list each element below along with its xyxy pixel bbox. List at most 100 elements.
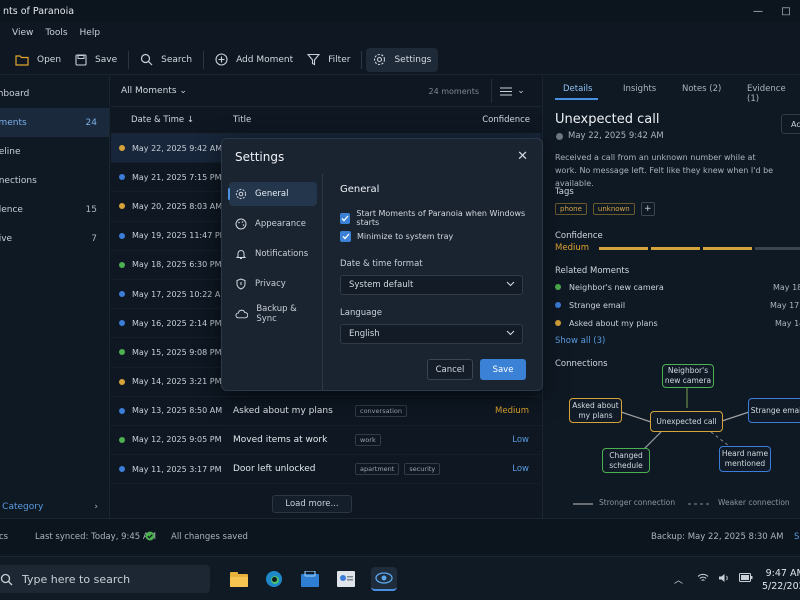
column-confidence[interactable]: Confidence xyxy=(482,115,530,125)
clock-time: 9:47 AM xyxy=(765,568,800,579)
graph-node[interactable]: Asked about my plans xyxy=(569,398,622,423)
save-button[interactable]: Save xyxy=(68,48,124,72)
row-date: May 13, 2025 8:50 AM xyxy=(132,406,223,416)
chevron-up-icon[interactable]: ︿ xyxy=(674,573,683,586)
tag-chip[interactable]: work xyxy=(355,433,381,446)
edge-browser-icon[interactable] xyxy=(262,567,286,591)
filter-dropdown[interactable]: All Moments ⌄ xyxy=(121,86,187,96)
view-options-button[interactable]: ⌄ xyxy=(491,79,533,103)
search-icon xyxy=(141,53,153,66)
settings-nav-label: Backup & Sync xyxy=(256,304,297,324)
actions-button[interactable]: Act xyxy=(781,114,800,134)
tab-evidence[interactable]: Evidence (1) xyxy=(747,84,800,104)
column-date[interactable]: Date & Time ↓ xyxy=(131,115,194,125)
paranoia-app-icon[interactable] xyxy=(371,567,397,591)
status-right[interactable]: S xyxy=(794,532,799,542)
settings-nav-backup[interactable]: Backup & Sync xyxy=(229,302,317,326)
filter-button[interactable]: Filter xyxy=(300,48,357,72)
settings-nav-notifications[interactable]: Notifications xyxy=(229,242,317,266)
tab-insights[interactable]: Insights xyxy=(623,84,656,94)
save-settings-button[interactable]: Save xyxy=(480,359,526,380)
wifi-icon[interactable] xyxy=(697,573,709,586)
related-item[interactable]: Asked about my plans May 14 xyxy=(555,316,800,330)
tag-chip[interactable]: security xyxy=(404,463,441,476)
date-format-select[interactable]: System default xyxy=(340,275,523,295)
sidebar-item-count: 15 xyxy=(85,204,97,215)
graph-node[interactable]: Neighbor's new camera xyxy=(662,364,714,388)
tab-details[interactable]: Details xyxy=(563,84,592,94)
related-date: May 14 xyxy=(775,318,800,328)
tag-chip[interactable]: conversation xyxy=(355,404,408,417)
sidebar-item-count: 7 xyxy=(91,233,97,244)
table-row[interactable]: May 11, 2025 3:17 PM Door left unlocked ap… xyxy=(111,455,541,485)
tags-heading: Tags xyxy=(555,187,574,197)
show-all-link[interactable]: Show all (3) xyxy=(555,336,605,346)
graph-node[interactable]: Heard name mentioned xyxy=(719,446,771,472)
tag-chip[interactable]: apartment xyxy=(355,463,400,476)
status-dot xyxy=(555,320,561,326)
menu-view[interactable]: View xyxy=(12,28,33,38)
sync-status: Last synced: Today, 9:45 AM xyxy=(35,532,157,542)
open-button[interactable]: Open xyxy=(8,48,68,72)
graph-node[interactable]: Changed schedule xyxy=(602,448,650,473)
related-title: Asked about my plans xyxy=(569,318,658,328)
settings-nav-general[interactable]: General xyxy=(228,182,317,206)
sidebar-item-moments[interactable]: oments 24 xyxy=(0,108,109,137)
table-row[interactable]: May 12, 2025 9:05 PM Moved items at work w… xyxy=(111,426,541,456)
file-explorer-icon[interactable] xyxy=(227,567,251,591)
taskbar-search[interactable]: Type here to search xyxy=(0,565,210,593)
checkbox-checked[interactable] xyxy=(340,231,351,242)
related-item[interactable]: Strange email May 17, xyxy=(555,298,800,312)
taskbar-clock[interactable]: 9:47 AM 5/22/202 xyxy=(762,567,800,593)
settings-nav-label: Privacy xyxy=(255,279,286,289)
menu-help[interactable]: Help xyxy=(80,28,101,38)
related-item[interactable]: Neighbor's new camera May 18 xyxy=(555,280,800,294)
sidebar-item-timeline[interactable]: neline xyxy=(0,137,109,166)
column-headers: Date & Time ↓ Title Confidence xyxy=(111,106,541,134)
settings-nav-appearance[interactable]: Appearance xyxy=(229,212,317,236)
column-date-label: Date & Time xyxy=(131,115,185,125)
tab-notes[interactable]: Notes (2) xyxy=(682,84,721,94)
search-button[interactable]: Search xyxy=(133,48,199,72)
save-label: Save xyxy=(95,54,118,65)
menu-tools[interactable]: Tools xyxy=(45,28,67,38)
save-icon xyxy=(75,53,87,66)
sidebar-item-connections[interactable]: nnections xyxy=(0,166,109,195)
sidebar-item-archive[interactable]: hive 7 xyxy=(0,224,109,253)
close-icon[interactable]: ✕ xyxy=(517,149,528,164)
shield-icon xyxy=(236,278,246,290)
column-title[interactable]: Title xyxy=(233,115,251,125)
sidebar-item-evidence[interactable]: idence 15 xyxy=(0,195,109,224)
save-status: All changes saved xyxy=(171,532,248,542)
language-select[interactable]: English xyxy=(340,324,523,344)
row-tags: conversation xyxy=(355,404,408,417)
add-category-link[interactable]: y Category › xyxy=(0,502,110,512)
sidebar-item-dashboard[interactable]: shboard xyxy=(0,79,109,108)
startup-checkbox-row[interactable]: Start Moments of Paranoia when Windows s… xyxy=(340,209,540,227)
tag-chip[interactable]: phone xyxy=(555,203,587,215)
graph-node[interactable]: Strange email xyxy=(748,398,800,423)
load-more-button[interactable]: Load more... xyxy=(272,495,352,513)
store-icon[interactable] xyxy=(298,567,322,591)
related-date: May 18 xyxy=(773,282,800,292)
checkbox-label: Minimize to system tray xyxy=(357,232,454,241)
status-dot xyxy=(119,320,125,327)
maximize-button[interactable]: □ xyxy=(772,0,800,22)
settings-button[interactable]: Settings xyxy=(366,47,439,72)
filter-icon xyxy=(307,53,321,66)
table-row[interactable]: May 13, 2025 8:50 AM Asked about my plans… xyxy=(111,397,541,426)
tag-chip[interactable]: unknown xyxy=(592,203,635,215)
volume-icon[interactable] xyxy=(718,573,730,586)
tray-checkbox-row[interactable]: Minimize to system tray xyxy=(340,231,540,242)
add-tag-button[interactable]: + xyxy=(640,202,655,216)
add-moment-button[interactable]: Add Moment xyxy=(208,48,300,72)
minimize-button[interactable]: — xyxy=(744,0,772,22)
settings-nav-privacy[interactable]: Privacy xyxy=(229,272,317,296)
status-bar: cs Last synced: Today, 9:45 AM All chang… xyxy=(0,518,800,554)
battery-icon[interactable] xyxy=(739,573,753,585)
checkbox-checked[interactable] xyxy=(340,212,351,224)
graph-node-center[interactable]: Unexpected call xyxy=(650,411,723,432)
cancel-button[interactable]: Cancel xyxy=(427,359,473,380)
search-icon xyxy=(0,573,13,585)
contacts-app-icon[interactable] xyxy=(334,567,358,591)
